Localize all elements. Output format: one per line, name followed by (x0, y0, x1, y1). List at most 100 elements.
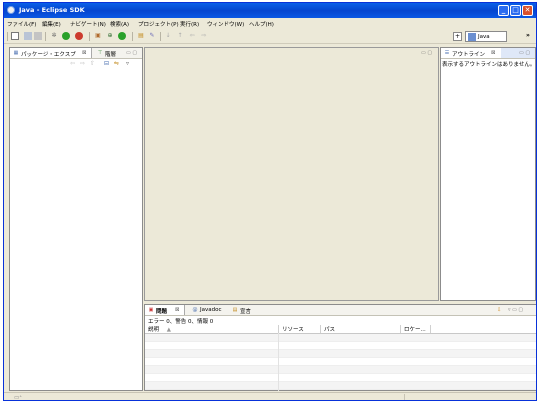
menu-help[interactable]: ヘルプ(H) (249, 20, 274, 28)
declaration-icon: ▤ (232, 307, 238, 313)
column-description[interactable]: 説明 ▲ (145, 325, 279, 333)
perspective-label: Java (478, 34, 490, 40)
new-package-icon[interactable]: ⊕ (106, 32, 114, 40)
tab-label: 問題 (156, 309, 168, 315)
external-tools-icon[interactable] (75, 32, 83, 40)
tab-package-explorer[interactable]: ▦ パッケージ・エクスプ ⊠ (10, 48, 92, 58)
status-bar: ▭⁺ (4, 392, 536, 400)
minimize-maximize-icon[interactable]: ▭ ▢ (519, 50, 530, 56)
column-resource[interactable]: リソース (279, 325, 321, 333)
close-icon[interactable]: ⊠ (175, 307, 180, 313)
print-icon[interactable] (34, 32, 42, 40)
table-row (145, 382, 536, 390)
table-row (145, 334, 536, 342)
menu-navigate[interactable]: ナビゲート(N) (70, 20, 106, 28)
table-row (145, 374, 536, 382)
column-label: 説明 (148, 327, 160, 333)
up-icon[interactable]: ⇧ (90, 60, 95, 67)
outline-empty-message: 表示するアウトラインはありません。 (442, 62, 536, 68)
java-perspective-icon (468, 33, 476, 41)
column-location[interactable]: ロケー... (401, 325, 431, 333)
save-icon[interactable] (24, 32, 32, 40)
run-icon[interactable] (62, 32, 70, 40)
problems-panel: ▣ 問題 ⊠ @ Javadoc ▤ 宣言 ⇩ ▿ ▭ ▢ エラー 0、警告 0… (144, 304, 536, 391)
minimize-maximize-icon[interactable]: ▭ ▢ (421, 50, 432, 56)
tab-label: 階層 (105, 52, 117, 58)
tab-label: Javadoc (200, 307, 222, 313)
package-explorer-icon: ▦ (13, 50, 19, 56)
collapse-all-icon[interactable]: ⊟ (104, 60, 109, 67)
editor-area: ▭ ▢ (144, 47, 439, 301)
view-menu-icon[interactable]: ▿ ▭ ▢ (508, 307, 523, 313)
tab-outline[interactable]: ☰ アウトライン ⊠ (441, 48, 501, 58)
hierarchy-icon: ⊤ (97, 50, 103, 56)
toolbar-separator (45, 32, 46, 41)
tab-problems[interactable]: ▣ 問題 ⊠ (145, 305, 185, 315)
table-row (145, 342, 536, 350)
toolbar-separator (89, 32, 90, 41)
tab-label: アウトライン (452, 52, 486, 58)
debug-icon[interactable]: ✲ (50, 32, 58, 40)
next-annotation-icon[interactable]: ↓ (164, 32, 172, 40)
new-file-icon[interactable] (11, 32, 19, 40)
minimize-maximize-icon[interactable]: ▭ ▢ (126, 50, 137, 56)
outline-icon: ☰ (444, 50, 450, 56)
table-row (145, 366, 536, 374)
menu-edit[interactable]: 編集(E) (42, 20, 61, 28)
menu-run[interactable]: 実行(R) (180, 20, 199, 28)
eclipse-icon (7, 6, 15, 14)
open-type-icon[interactable]: ▤ (137, 32, 145, 40)
problems-icon: ▣ (148, 307, 154, 313)
column-path[interactable]: パス (321, 325, 401, 333)
table-row (145, 358, 536, 366)
minimize-button[interactable]: _ (498, 5, 509, 16)
forward-icon[interactable]: ⇨ (200, 32, 208, 40)
close-button[interactable]: ✕ (522, 5, 533, 16)
java-perspective-button[interactable]: Java (465, 31, 507, 42)
perspective-switcher: + Java (453, 31, 508, 42)
search-icon[interactable]: ✎ (148, 32, 156, 40)
forward-icon[interactable]: ⇨ (80, 60, 85, 67)
problems-tabs: ▣ 問題 ⊠ @ Javadoc ▤ 宣言 ⇩ ▿ ▭ ▢ (145, 305, 536, 316)
problems-summary: エラー 0、警告 0、情報 0 (148, 319, 214, 325)
tab-declaration[interactable]: ▤ 宣言 (229, 305, 259, 315)
status-separator (404, 394, 405, 400)
menu-window[interactable]: ウィンドウ(W) (207, 20, 244, 28)
tab-hierarchy[interactable]: ⊤ 階層 (94, 48, 124, 58)
menu-search[interactable]: 検索(A) (110, 20, 129, 28)
tab-label: パッケージ・エクスプ (21, 52, 76, 58)
package-explorer-panel: ▦ パッケージ・エクスプ ⊠ ⊤ 階層 ▭ ▢ ⇦ ⇨ ⇧ ⊟ ⇋ ▿ (9, 47, 143, 391)
outline-panel: ☰ アウトライン ⊠ ▭ ▢ 表示するアウトラインはありません。 (440, 47, 536, 301)
table-header: 説明 ▲ リソース パス ロケー... (145, 325, 536, 334)
problems-table: 説明 ▲ リソース パス ロケー... (145, 325, 536, 391)
sort-ascending-icon: ▲ (166, 327, 171, 333)
fast-view-icon[interactable]: ▭⁺ (14, 395, 22, 400)
tab-javadoc[interactable]: @ Javadoc (189, 305, 227, 315)
menu-file[interactable]: ファイル(F) (7, 20, 36, 28)
javadoc-icon: @ (192, 307, 198, 313)
filter-icon[interactable]: ⇩ (497, 307, 501, 313)
close-icon[interactable]: ⊠ (491, 50, 496, 56)
title-bar[interactable]: Java - Eclipse SDK _ □ ✕ (4, 3, 536, 18)
previous-annotation-icon[interactable]: ↑ (176, 32, 184, 40)
back-icon[interactable]: ⇦ (70, 60, 75, 67)
toolbar-separator (132, 32, 133, 41)
maximize-button[interactable]: □ (510, 5, 521, 16)
new-class-icon[interactable] (118, 32, 126, 40)
toolbar-separator (160, 32, 161, 41)
toolbar-separator (7, 32, 8, 41)
tab-label: 宣言 (240, 309, 252, 315)
outline-tabs: ☰ アウトライン ⊠ ▭ ▢ (441, 48, 535, 59)
close-icon[interactable]: ⊠ (82, 50, 87, 56)
new-java-project-icon[interactable]: ▣ (94, 32, 102, 40)
open-perspective-icon[interactable]: + (453, 32, 462, 41)
table-row (145, 350, 536, 358)
view-menu-icon[interactable]: ▿ (126, 60, 129, 67)
back-icon[interactable]: ⇦ (188, 32, 196, 40)
more-perspectives-button[interactable]: » (526, 32, 530, 39)
package-explorer-toolbar: ⇦ ⇨ ⇧ ⊟ ⇋ ▿ (10, 58, 142, 68)
window-title: Java - Eclipse SDK (19, 6, 85, 14)
eclipse-window: Java - Eclipse SDK _ □ ✕ ファイル(F) 編集(E) ナ… (3, 2, 537, 401)
menu-project[interactable]: プロジェクト(P) (138, 20, 179, 28)
link-with-editor-icon[interactable]: ⇋ (114, 60, 119, 67)
